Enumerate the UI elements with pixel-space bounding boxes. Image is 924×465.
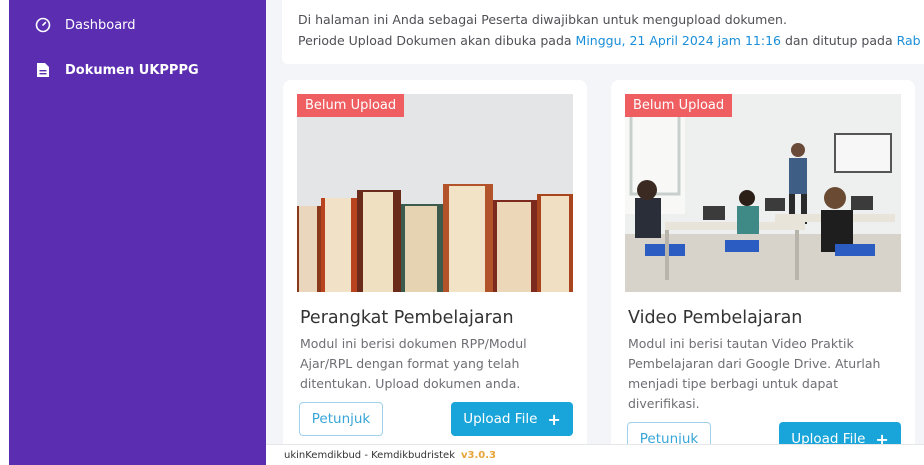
sidebar-item-label: Dokumen UKPPPG [65, 62, 199, 78]
card-title: Video Pembelajaran [628, 308, 803, 328]
document-icon [33, 60, 53, 80]
upload-label: Upload File [463, 411, 538, 427]
main-content: Di halaman ini Anda sebagai Peserta diwa… [266, 0, 924, 465]
open-date: Minggu, 21 April 2024 jam 11:16 [575, 33, 781, 48]
info-line-2: Periode Upload Dokumen akan dibuka pada … [298, 30, 924, 51]
sidebar-item-dashboard[interactable]: Dashboard [33, 12, 136, 38]
card-title: Perangkat Pembelajaran [300, 308, 514, 328]
status-badge: Belum Upload [297, 94, 405, 117]
footer-text: ukinKemdikbud - Kemdikbudristek [284, 449, 455, 461]
books-image: Belum Upload [297, 94, 573, 292]
close-date: Rab [896, 33, 921, 48]
sidebar: Dashboard Dokumen UKPPPG [9, 0, 266, 465]
upload-file-button[interactable]: Upload File + [451, 402, 573, 436]
sidebar-item-dokumen[interactable]: Dokumen UKPPPG [33, 57, 199, 83]
card-video-pembelajaran: Belum Upload Video Pembelajaran Modul in… [611, 80, 915, 460]
gauge-icon [33, 15, 53, 35]
info-line-1: Di halaman ini Anda sebagai Peserta diwa… [298, 12, 787, 27]
card-description: Modul ini berisi tautan Video Praktik Pe… [628, 336, 881, 411]
info-prefix: Periode Upload Dokumen akan dibuka pada [298, 33, 576, 48]
version-label: v3.0.3 [460, 449, 496, 461]
plus-icon: + [547, 409, 561, 429]
card-description: Modul ini berisi dokumen RPP/Modul Ajar/… [300, 336, 527, 391]
footer: ukinKemdikbud - Kemdikbudristek v3.0.3 [266, 444, 924, 465]
sidebar-item-label: Dashboard [65, 17, 136, 33]
status-badge: Belum Upload [625, 94, 733, 117]
info-middle: dan ditutup pada [780, 33, 897, 48]
card-perangkat-pembelajaran: Belum Upload Perangkat Pembelajaran Modu… [283, 80, 587, 460]
info-panel: Di halaman ini Anda sebagai Peserta diwa… [282, 0, 924, 64]
window-edge [0, 0, 9, 465]
petunjuk-button[interactable]: Petunjuk [299, 402, 383, 436]
classroom-image: Belum Upload [625, 94, 901, 292]
